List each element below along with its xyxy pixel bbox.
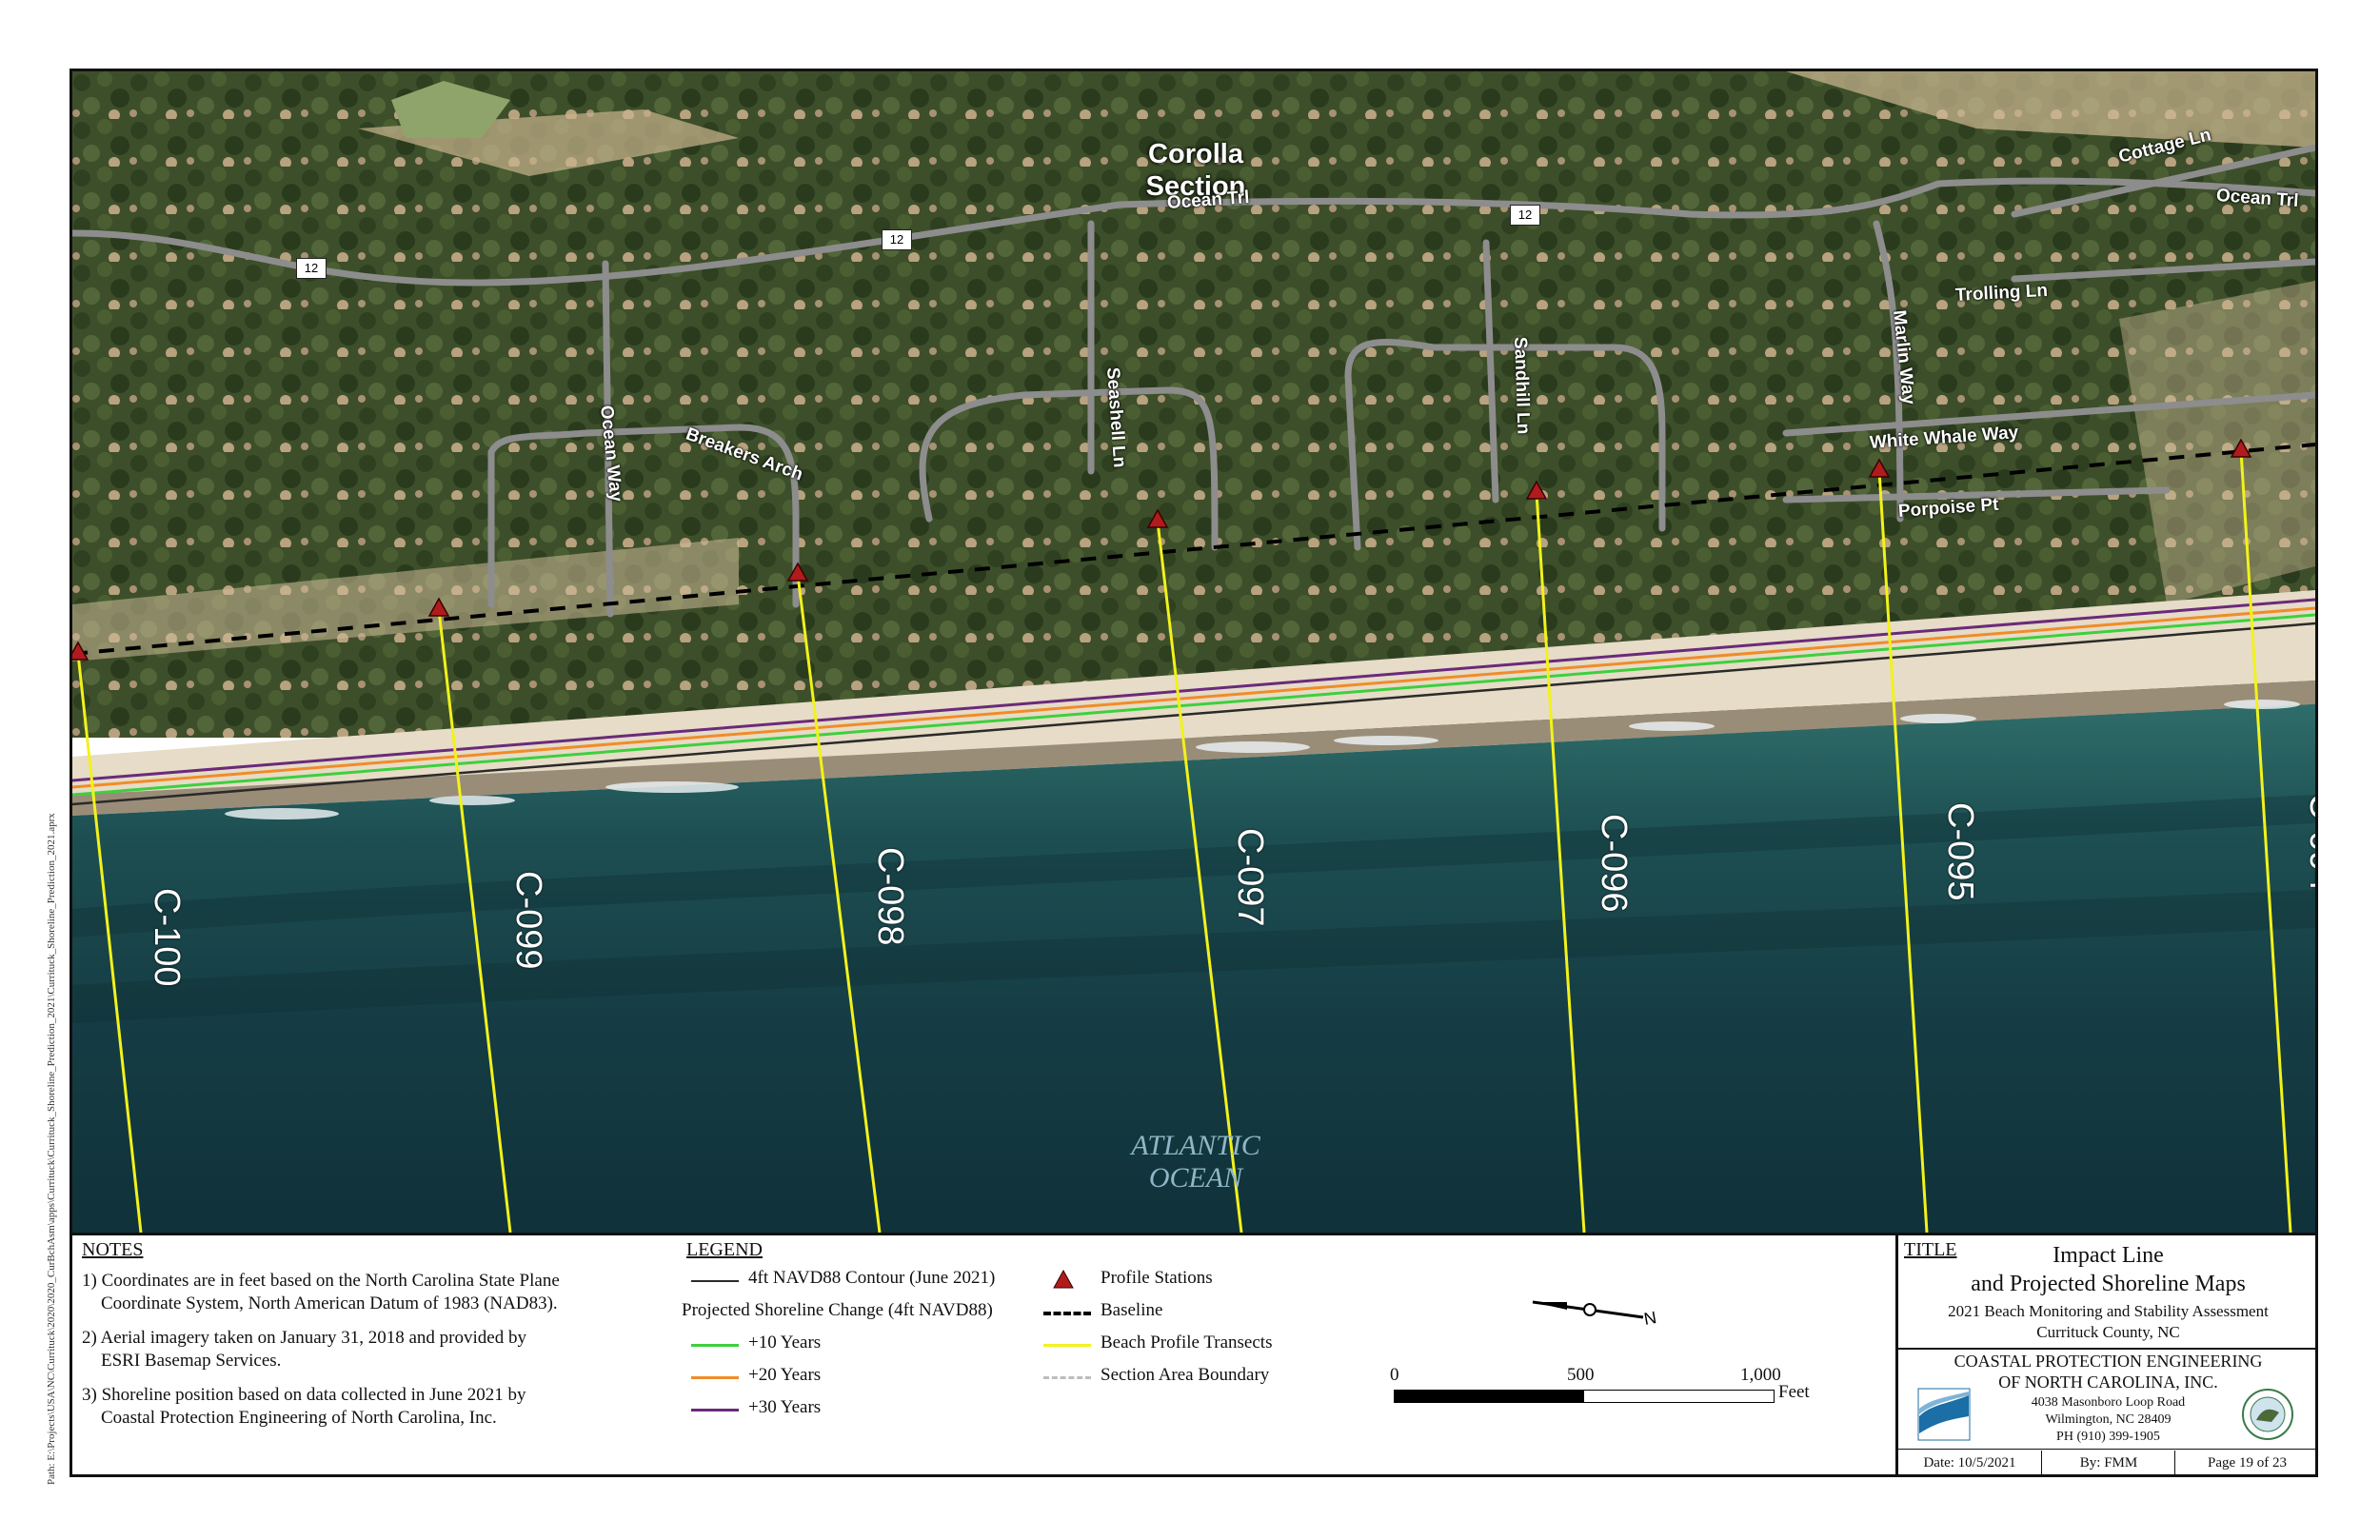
note-1-line1: 1) Coordinates are in feet based on the … — [82, 1271, 560, 1291]
aerial-map[interactable]: Corolla Section 12 12 12 Ocean Trl Ocean… — [72, 71, 2315, 1233]
ocean-label: ATLANTIC OCEAN — [1101, 1130, 1291, 1194]
legend-plus20-swatch — [691, 1376, 739, 1379]
note-2-line1: 2) Aerial imagery taken on January 31, 2… — [82, 1328, 526, 1348]
legend-baseline-swatch — [1043, 1312, 1091, 1315]
scale-tick-500: 500 — [1567, 1365, 1595, 1385]
legend-header: LEGEND — [686, 1239, 763, 1260]
legend-transect-swatch — [1043, 1344, 1091, 1347]
transect-label-c098: C-098 — [870, 847, 910, 946]
title-block: TITLE Impact Line and Projected Shorelin… — [1895, 1235, 2318, 1477]
note-3-line1: 3) Shoreline position based on data coll… — [82, 1385, 526, 1405]
legend-transects-label: Beach Profile Transects — [1101, 1333, 1273, 1352]
legend-plus30-swatch — [691, 1409, 739, 1412]
route-shield-12: 12 — [296, 258, 327, 279]
legend-plus30-label: +30 Years — [748, 1397, 822, 1417]
note-2-line2: ESRI Basemap Services. — [101, 1351, 282, 1371]
company-name-line1: COASTAL PROTECTION ENGINEERING — [1954, 1352, 2263, 1371]
page-cell: Page 19 of 23 — [2174, 1451, 2319, 1475]
scale-tick-1000: 1,000 — [1740, 1365, 1781, 1385]
legend-stations-label: Profile Stations — [1101, 1268, 1213, 1288]
legend-plus20-label: +20 Years — [748, 1365, 822, 1385]
notes-header: NOTES — [82, 1239, 144, 1260]
ocean-label-line1: ATLANTIC — [1131, 1130, 1260, 1161]
scale-unit: Feet — [1778, 1382, 1810, 1402]
legend-plus10-label: +10 Years — [748, 1333, 822, 1352]
transect-label-c097: C-097 — [1230, 828, 1270, 927]
legend-contour-swatch — [691, 1280, 739, 1282]
svg-text:N: N — [1642, 1308, 1657, 1329]
legend-contour-label: 4ft NAVD88 Contour (June 2021) — [748, 1268, 996, 1288]
north-arrow-icon: N — [1532, 1300, 1657, 1329]
company-logo-icon — [1917, 1388, 1971, 1441]
route-shield-12: 12 — [1510, 205, 1540, 226]
transect-label-c095: C-095 — [1940, 802, 1980, 901]
map-footer: NOTES 1) Coordinates are in feet based o… — [72, 1233, 2318, 1477]
title-line1: Impact Line — [2053, 1243, 2164, 1268]
legend-station-icon — [1053, 1270, 1074, 1289]
transect-label-c094: C-094 — [2302, 793, 2315, 892]
title-line2: and Projected Shoreline Maps — [1971, 1272, 2246, 1296]
author-cell: By: FMM — [2041, 1451, 2175, 1475]
map-graphics — [72, 71, 2315, 1233]
note-3-line2: Coastal Protection Engineering of North … — [101, 1408, 497, 1428]
transect-label-c096: C-096 — [1594, 814, 1634, 913]
scale-bar — [1394, 1390, 1775, 1403]
ocean-label-line2: OCEAN — [1148, 1162, 1243, 1194]
scale-tick-0: 0 — [1390, 1365, 1399, 1385]
note-1-line2: Coordinate System, North American Datum … — [101, 1293, 558, 1313]
transect-label-c099: C-099 — [508, 871, 548, 970]
legend-boundary-label: Section Area Boundary — [1101, 1365, 1270, 1385]
transect-label-c100: C-100 — [147, 888, 187, 987]
road-label-sandhill-ln: Sandhill Ln — [1510, 336, 1534, 435]
file-path-text: Path: E:\Projects\USA\NC\Currituck\2020\… — [46, 813, 57, 1485]
map-sheet: Corolla Section 12 12 12 Ocean Trl Ocean… — [69, 69, 2318, 1477]
date-cell: Date: 10/5/2021 — [1923, 1455, 2016, 1471]
county-seal-icon — [2242, 1389, 2293, 1440]
legend-plus10-swatch — [691, 1344, 739, 1347]
section-label-line1: Corolla — [1148, 139, 1243, 169]
title-line4: Currituck County, NC — [2036, 1323, 2180, 1341]
legend-baseline-label: Baseline — [1101, 1300, 1163, 1320]
route-shield-12: 12 — [882, 229, 912, 250]
legend-boundary-swatch — [1043, 1376, 1091, 1379]
legend-projected-header: Projected Shoreline Change (4ft NAVD88) — [682, 1300, 993, 1320]
title-line3: 2021 Beach Monitoring and Stability Asse… — [1948, 1302, 2269, 1320]
